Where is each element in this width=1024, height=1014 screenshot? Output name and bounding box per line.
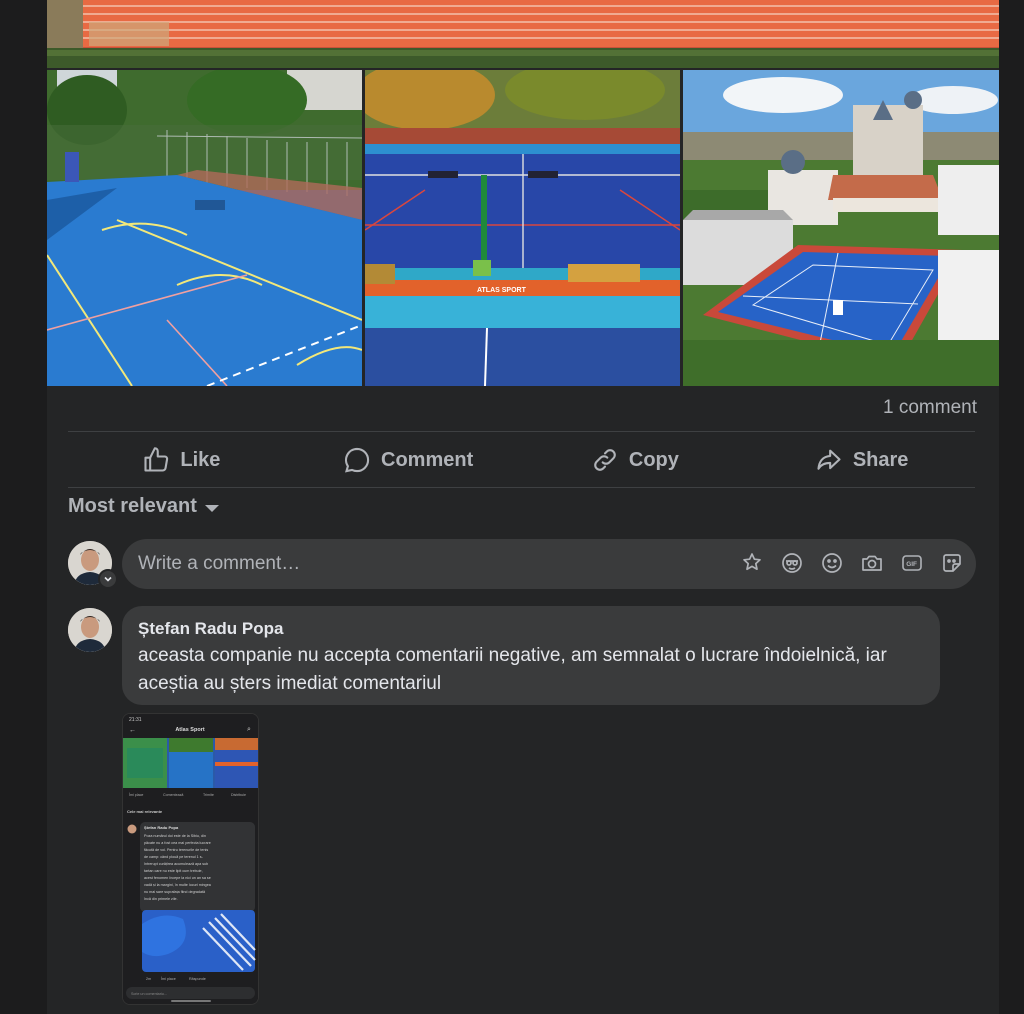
- attach-action-comment: Comentează: [163, 793, 183, 797]
- post-photo-track[interactable]: [47, 0, 999, 68]
- caret-down-icon: [204, 504, 219, 512]
- svg-text:încă din primele zile.: încă din primele zile.: [143, 897, 178, 901]
- svg-text:de camp: când plouă pe terenul: de camp: când plouă pe terenul 1 s-: [144, 855, 204, 859]
- svg-text:←: ←: [129, 727, 136, 734]
- sort-label: Most relevant: [68, 495, 197, 517]
- svg-text:făcută de voi. Pentru terenuri: făcută de voi. Pentru terenurile de teni…: [144, 848, 208, 852]
- share-arrow-icon: [817, 449, 841, 470]
- comment-bubble: Ștefan Radu Popa aceasta companie nu acc…: [122, 606, 940, 705]
- copy-button[interactable]: Copy: [522, 436, 749, 484]
- emoji-icon[interactable]: [820, 551, 844, 575]
- post-photo-court-2[interactable]: ATLAS SPORT: [365, 70, 680, 386]
- attach-meta-like: Îmi place: [160, 976, 176, 981]
- attach-page-name: Atlas Sport: [175, 727, 205, 733]
- svg-text:ATLAS SPORT: ATLAS SPORT: [477, 287, 527, 294]
- divider-top: [68, 431, 975, 432]
- attach-status-time: 21:31: [129, 717, 142, 723]
- profile-switch-icon[interactable]: [98, 569, 118, 589]
- comment-composer[interactable]: Write a comment… GIF: [122, 539, 976, 589]
- comment-label: Comment: [381, 448, 474, 471]
- like-label: Like: [180, 448, 221, 471]
- camera-icon[interactable]: [860, 551, 884, 575]
- comment-button[interactable]: Comment: [295, 436, 522, 484]
- post-card: ATLAS SPORT 1 comment Like Comment Copy …: [47, 0, 999, 1014]
- left-margin: [0, 0, 47, 1014]
- like-button[interactable]: Like: [68, 436, 295, 484]
- attach-action-share: Distribuie: [231, 793, 246, 797]
- svg-text:tartan care nu este lipit cum: tartan care nu este lipit cum trebuie,: [144, 869, 203, 873]
- attach-action-send: Trimite: [203, 793, 214, 797]
- comment-text: aceasta companie nu accepta comentarii n…: [138, 645, 887, 694]
- link-icon: [594, 449, 616, 471]
- gif-icon[interactable]: GIF: [900, 551, 924, 575]
- composer-toolbar: GIF: [740, 551, 964, 575]
- attach-sort: Cele mai relevante: [127, 809, 163, 814]
- svg-text:Poza numărul doi este de la Si: Poza numărul doi este de la Sibiu, din: [144, 834, 206, 838]
- share-label: Share: [852, 448, 909, 471]
- comment-sort-dropdown[interactable]: Most relevant: [68, 495, 219, 518]
- post-actions: Like Comment Copy Share: [68, 436, 975, 484]
- svg-text:întrerupt curățirea acumulează: întrerupt curățirea acumulează apa sub: [143, 862, 208, 866]
- comment-bubble-icon: [345, 447, 370, 473]
- attach-reply-input: Scrie un comentariu...: [131, 992, 167, 996]
- share-button[interactable]: Share: [748, 436, 975, 484]
- sticker-icon[interactable]: [740, 551, 764, 575]
- svg-text:GIF: GIF: [906, 561, 917, 568]
- comment-count[interactable]: 1 comment: [883, 397, 977, 419]
- avatar-sticker-icon[interactable]: [780, 551, 804, 575]
- sticker-face-icon[interactable]: [940, 551, 964, 575]
- attach-action-like: Îmi place: [128, 793, 143, 797]
- svg-text:⌕: ⌕: [247, 726, 251, 733]
- right-margin: [999, 0, 1024, 1014]
- comment-input[interactable]: Write a comment…: [138, 553, 300, 575]
- svg-text:păcate nu a fost cea mai perfe: păcate nu a fost cea mai perfecta lucrar…: [144, 841, 211, 845]
- comment-author[interactable]: Ștefan Radu Popa: [138, 619, 283, 639]
- svg-text:acest fenomen începe la nici u: acest fenomen începe la nici un an sa se: [144, 876, 211, 880]
- attach-author: Ștefan Radu Popa: [144, 825, 179, 830]
- divider-bottom: [68, 487, 975, 488]
- svg-text:vadă și la margini, în multe l: vadă și la margini, în multe locuri ming…: [144, 883, 212, 887]
- svg-text:nu mai sare suprafața fiind de: nu mai sare suprafața fiind degradată: [144, 890, 206, 894]
- commenter-avatar[interactable]: [68, 608, 112, 652]
- attach-meta-time: 2m: [146, 977, 151, 981]
- copy-label: Copy: [628, 448, 679, 471]
- comment-attachment-image[interactable]: 21:31 ← Atlas Sport ⌕ Îmi place Comentea…: [122, 713, 259, 1005]
- attach-meta-reply: Răspunde: [189, 977, 206, 981]
- post-photo-aerial[interactable]: [683, 70, 999, 386]
- thumbs-up-icon: [144, 447, 169, 472]
- post-photo-court-1[interactable]: [47, 70, 362, 386]
